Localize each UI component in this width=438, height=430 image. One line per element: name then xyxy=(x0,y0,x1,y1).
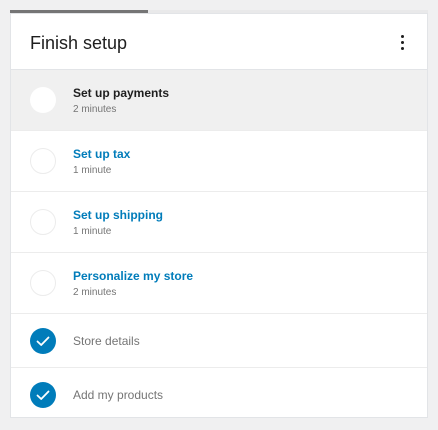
task-add-my-products[interactable]: Add my products xyxy=(11,368,427,422)
finish-setup-card: Finish setup Set up payments 2 minutes S… xyxy=(10,13,428,418)
checkmark-icon xyxy=(30,382,56,408)
task-personalize-my-store[interactable]: Personalize my store 2 minutes xyxy=(11,253,427,314)
task-text: Set up payments 2 minutes xyxy=(73,86,169,116)
task-time: 2 minutes xyxy=(73,104,117,115)
task-set-up-tax[interactable]: Set up tax 1 minute xyxy=(11,131,427,192)
task-title: Add my products xyxy=(73,388,164,402)
pending-circle-icon xyxy=(30,87,56,113)
checkmark-glyph xyxy=(36,336,50,346)
pending-circle-icon xyxy=(30,270,56,296)
pending-circle-icon xyxy=(30,148,56,174)
more-options-button[interactable] xyxy=(394,30,410,54)
task-text: Personalize my store 2 minutes xyxy=(73,269,193,299)
task-set-up-payments[interactable]: Set up payments 2 minutes xyxy=(11,70,427,131)
task-title: Personalize my store xyxy=(73,269,194,283)
checkmark-glyph xyxy=(36,390,50,400)
card-title: Finish setup xyxy=(30,33,128,53)
pending-circle-icon xyxy=(30,209,56,235)
task-store-details[interactable]: Store details xyxy=(11,314,427,368)
more-vertical-icon-dot xyxy=(400,40,404,44)
more-vertical-icon-dot xyxy=(400,46,404,50)
task-title: Store details xyxy=(73,334,140,348)
task-set-up-shipping[interactable]: Set up shipping 1 minute xyxy=(11,192,427,253)
task-title: Set up tax xyxy=(73,147,131,161)
task-title: Set up shipping xyxy=(73,208,163,222)
task-text: Set up tax 1 minute xyxy=(73,147,130,177)
task-time: 2 minutes xyxy=(73,287,117,298)
task-time: 1 minute xyxy=(73,226,112,237)
task-title: Set up payments xyxy=(73,86,170,100)
card-header: Finish setup xyxy=(11,14,427,70)
task-text: Add my products xyxy=(73,388,163,403)
more-vertical-icon xyxy=(400,34,404,38)
task-text: Set up shipping 1 minute xyxy=(73,208,163,238)
task-time: 1 minute xyxy=(73,165,112,176)
task-text: Store details xyxy=(73,334,140,349)
checkmark-icon xyxy=(30,328,56,354)
